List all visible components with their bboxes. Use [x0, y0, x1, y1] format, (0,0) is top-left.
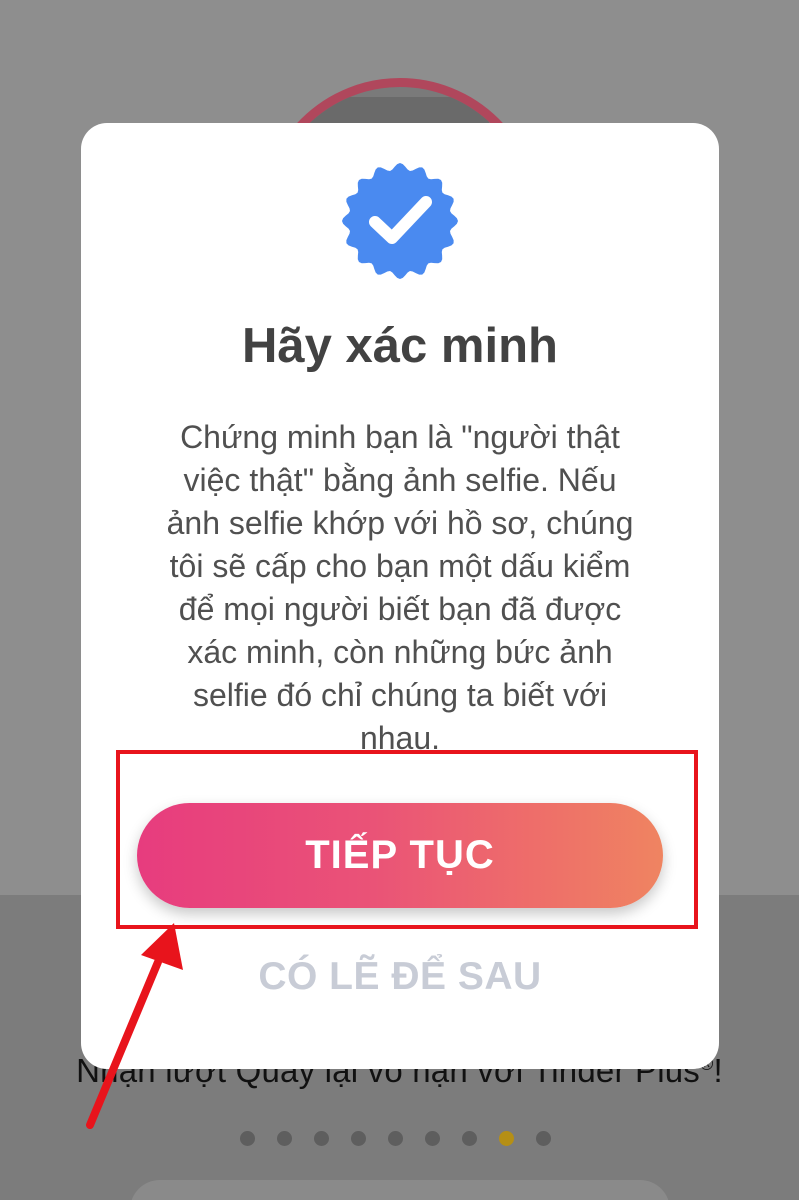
carousel-dot	[314, 1131, 329, 1146]
background-card	[130, 1180, 670, 1200]
carousel-dot-active	[499, 1131, 514, 1146]
maybe-later-button[interactable]: CÓ LẼ ĐỂ SAU	[81, 955, 719, 999]
carousel-dot	[536, 1131, 551, 1146]
dialog-title: Hãy xác minh	[242, 319, 558, 373]
carousel-dot	[277, 1131, 292, 1146]
carousel-dot	[388, 1131, 403, 1146]
dialog-description-container: Chứng minh bạn là "người thật việc thật"…	[120, 416, 680, 752]
verified-badge-icon	[342, 163, 458, 279]
dialog-description: Chứng minh bạn là "người thật việc thật"…	[166, 419, 634, 752]
carousel-dot	[462, 1131, 477, 1146]
carousel-dots	[240, 1131, 551, 1146]
carousel-dot	[425, 1131, 440, 1146]
carousel-dot	[351, 1131, 366, 1146]
annotation-highlight-box	[116, 750, 698, 929]
carousel-dot	[240, 1131, 255, 1146]
